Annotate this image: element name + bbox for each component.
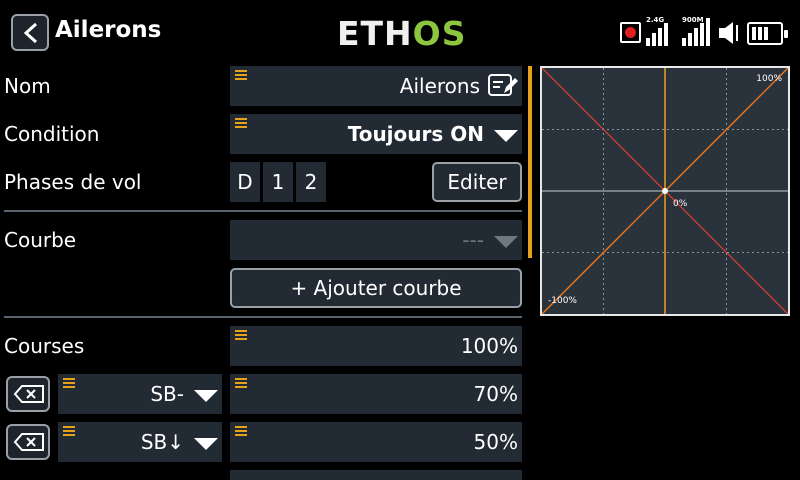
condition-label: Condition xyxy=(4,122,100,146)
page-title: Ailerons xyxy=(55,17,162,43)
header-bar: Ailerons ETHOS 2.4G 900M xyxy=(0,0,800,64)
speaker-icon xyxy=(719,22,738,44)
rate-value: 70% xyxy=(473,382,518,406)
rate-value: 50% xyxy=(473,430,518,454)
chevron-down-icon xyxy=(494,129,518,142)
name-label: Nom xyxy=(4,74,51,98)
rate-switch-select[interactable]: SB↓ xyxy=(58,422,222,462)
output-curve-graph: 100% 0% -100% xyxy=(540,66,790,316)
name-field[interactable]: Ailerons xyxy=(230,66,522,106)
courses-field[interactable]: 100% xyxy=(230,326,522,366)
chevron-down-icon xyxy=(194,389,218,402)
rate-value-field[interactable]: 50% xyxy=(230,422,522,462)
curve-select[interactable]: --- xyxy=(230,220,522,260)
condition-value: Toujours ON xyxy=(347,122,484,146)
backspace-icon xyxy=(13,433,44,451)
drag-handle-icon xyxy=(63,378,75,388)
drag-handle-icon xyxy=(235,70,247,80)
rate-switch-value: SB- xyxy=(150,382,184,406)
courses-label: Courses xyxy=(4,334,85,358)
drag-handle-icon xyxy=(235,118,247,128)
condition-select[interactable]: Toujours ON xyxy=(230,114,522,154)
drag-handle-icon xyxy=(235,330,247,340)
drag-handle-icon xyxy=(235,426,247,436)
graph-label-center: 0% xyxy=(673,199,688,209)
center-point xyxy=(662,188,668,194)
delete-rate-button[interactable] xyxy=(6,376,50,412)
graph-label-max: 100% xyxy=(756,74,782,84)
curve-plot xyxy=(541,67,789,315)
scrollbar[interactable] xyxy=(528,66,532,258)
drag-handle-icon xyxy=(63,426,75,436)
courses-value: 100% xyxy=(460,334,518,358)
phase-1[interactable]: 1 xyxy=(263,162,293,202)
battery-icon xyxy=(747,22,788,45)
chevron-down-icon xyxy=(194,437,218,450)
graph-label-min: -100% xyxy=(548,296,577,306)
edit-button[interactable]: Editer xyxy=(432,162,522,202)
record-icon xyxy=(620,22,641,43)
rate-value-field[interactable] xyxy=(230,470,522,480)
back-button[interactable] xyxy=(11,14,49,51)
separator xyxy=(4,210,522,212)
phase-d[interactable]: D xyxy=(230,162,260,202)
rate-switch-select[interactable]: SB- xyxy=(58,374,222,414)
drag-handle-icon xyxy=(235,378,247,388)
curve-value: --- xyxy=(462,228,484,252)
phase-2[interactable]: 2 xyxy=(296,162,326,202)
signal-900-icon: 900M xyxy=(682,16,714,46)
separator xyxy=(4,316,522,318)
ethos-logo: ETHOS xyxy=(337,14,467,53)
chevron-left-icon xyxy=(23,22,38,44)
name-value: Ailerons xyxy=(399,74,480,98)
backspace-icon xyxy=(13,385,44,403)
curve-label: Courbe xyxy=(4,228,77,252)
delete-rate-button[interactable] xyxy=(6,424,50,460)
phases-label: Phases de vol xyxy=(4,170,142,194)
rate-switch-value: SB↓ xyxy=(140,430,184,454)
rate-value-field[interactable]: 70% xyxy=(230,374,522,414)
chevron-down-icon xyxy=(494,235,518,248)
add-curve-button[interactable]: + Ajouter courbe xyxy=(230,268,522,308)
edit-icon xyxy=(488,74,518,96)
signal-24-icon: 2.4G xyxy=(646,16,674,46)
